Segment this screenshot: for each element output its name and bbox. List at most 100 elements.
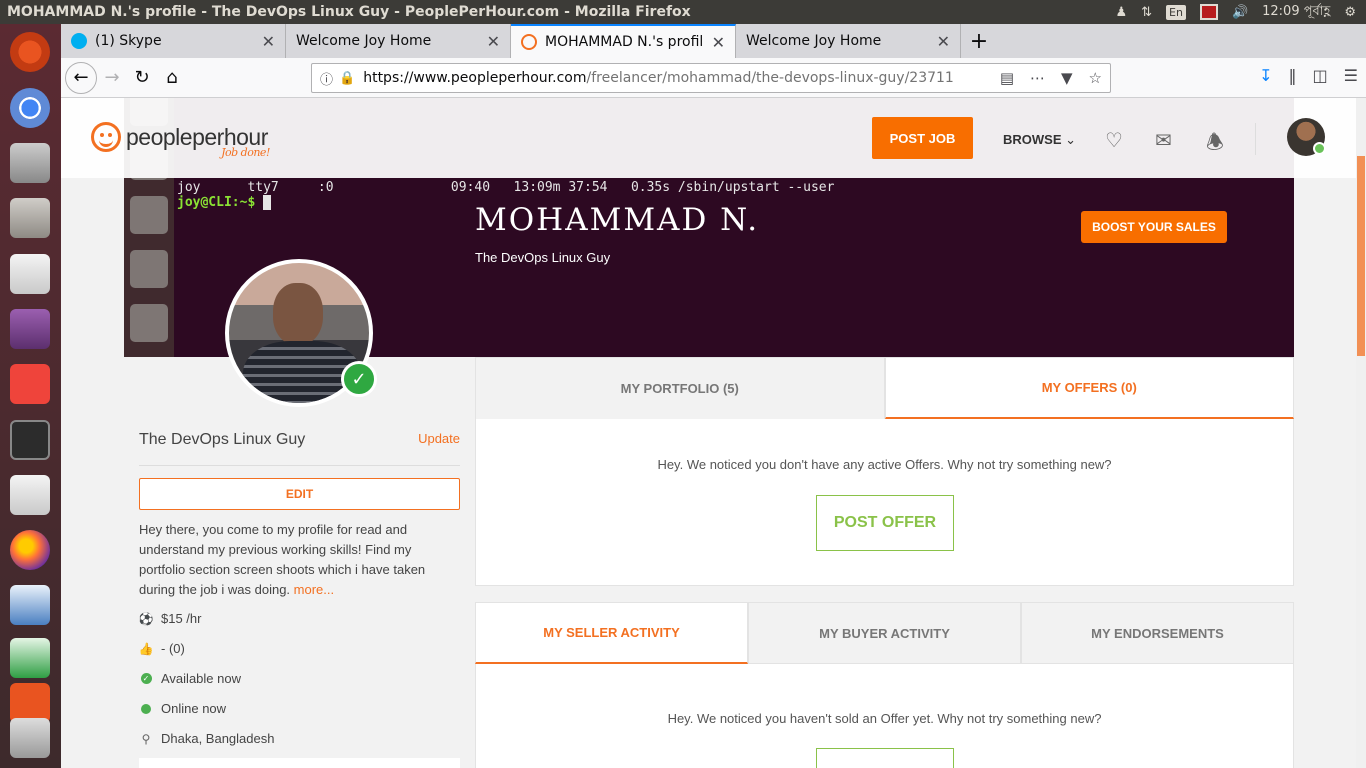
presentation-icon (10, 585, 50, 625)
site-info-icon[interactable]: ⓘ (320, 69, 333, 88)
web-page: joy tty7 :0 09:40 13:09m 37:54 0.35s /sb… (61, 98, 1356, 768)
printer-icon (10, 718, 50, 758)
volume-icon[interactable]: 🔊 (1232, 5, 1248, 20)
page-actions-icon[interactable]: ⋯ (1030, 69, 1045, 87)
sidebar-icon[interactable]: ◫ (1313, 66, 1328, 85)
hamburger-menu-icon[interactable]: ☰ (1344, 66, 1358, 85)
url-path: /freelancer/mohammad/the-devops-linux-gu… (586, 70, 954, 86)
activity-post-offer-button[interactable] (816, 748, 954, 768)
close-tab-icon[interactable]: ✕ (487, 32, 500, 51)
divider (139, 465, 460, 466)
forward-arrow-icon[interactable]: → (97, 63, 127, 93)
browser-tab-skype[interactable]: (1) Skype ✕ (61, 24, 286, 58)
terminal-prompt: joy@CLI:~$ (177, 195, 264, 210)
about-text: Hey there, you come to my profile for re… (139, 520, 454, 600)
more-link[interactable]: more... (294, 582, 334, 597)
tab-my-portfolio[interactable]: MY PORTFOLIO (5) (475, 357, 885, 419)
launcher-chromium[interactable] (6, 84, 54, 132)
launcher-calc[interactable] (6, 634, 54, 682)
launcher-text-editor[interactable] (6, 250, 54, 298)
bookmark-star-icon[interactable]: ☆ (1089, 69, 1102, 87)
about-body: Hey there, you come to my profile for re… (139, 522, 426, 597)
check-circle-icon: ✓ (140, 673, 152, 684)
url-text[interactable]: https://www.peopleperhour.com/freelancer… (363, 70, 973, 86)
url-bar[interactable]: ⓘ 🔒 https://www.peopleperhour.com/freela… (311, 63, 1111, 93)
spreadsheet-icon (10, 638, 50, 678)
user-avatar[interactable] (1287, 118, 1326, 156)
update-link[interactable]: Update (418, 431, 460, 446)
tab-endorsements[interactable]: MY ENDORSEMENTS (1021, 602, 1294, 664)
reload-icon[interactable]: ↻ (127, 63, 157, 93)
launcher-firefox[interactable] (6, 526, 54, 574)
browser-tab-joy-home-2[interactable]: Welcome Joy Home ✕ (736, 24, 961, 58)
location: ⚲ Dhaka, Bangladesh (139, 731, 275, 746)
browser-tab-pph-profile[interactable]: MOHAMMAD N.'s profil ✕ (511, 24, 736, 58)
screen-recorder-icon[interactable] (1199, 4, 1218, 20)
offers-panel: Hey. We noticed you don't have any activ… (475, 419, 1294, 586)
pocket-icon[interactable]: ▼ (1061, 69, 1073, 87)
anydesk-icon (10, 364, 50, 404)
lock-icon: 🔒 (339, 70, 356, 86)
tab-label: MOHAMMAD N.'s profil (545, 34, 704, 50)
rate-value: $15 /hr (161, 611, 202, 626)
terminal-icon (10, 420, 50, 460)
settings-gear-icon[interactable]: ⚙ (1344, 5, 1356, 20)
skype-icon (71, 33, 87, 49)
profile-tagline: The DevOps Linux Guy (475, 250, 611, 265)
coins-icon: ⚽ (138, 611, 154, 626)
close-tab-icon[interactable]: ✕ (712, 33, 725, 52)
launcher-impress[interactable] (6, 581, 54, 629)
edit-button[interactable]: EDIT (139, 478, 460, 510)
download-icon[interactable]: ↧ (1259, 66, 1272, 85)
accessibility-icon[interactable]: ♟ (1115, 5, 1127, 20)
map-pin-icon: ⚲ (141, 731, 151, 746)
launcher-printer[interactable] (6, 714, 54, 762)
video-player-icon (10, 309, 50, 349)
tab-buyer-activity[interactable]: MY BUYER ACTIVITY (748, 602, 1021, 664)
launcher-anydesk[interactable] (6, 360, 54, 408)
site-header: peopleperhour Job done! POST JOB BROWSE … (61, 98, 1356, 178)
close-tab-icon[interactable]: ✕ (262, 32, 275, 51)
launcher-terminal[interactable] (6, 416, 54, 464)
launcher-files[interactable] (6, 194, 54, 242)
reader-view-icon[interactable]: ▤ (1000, 69, 1014, 87)
page-scrollbar[interactable] (1356, 98, 1366, 768)
mail-icon[interactable]: ✉ (1155, 128, 1172, 152)
scrollbar-thumb[interactable] (1357, 156, 1365, 356)
tab-seller-activity[interactable]: MY SELLER ACTIVITY (475, 602, 748, 664)
window-title: MOHAMMAD N.'s profile - The DevOps Linux… (7, 4, 691, 20)
pph-favicon-icon (521, 34, 537, 50)
boost-sales-button[interactable]: BOOST YOUR SALES (1081, 211, 1227, 243)
browse-menu[interactable]: BROWSE ⌄ (1003, 132, 1076, 148)
post-offer-button[interactable]: POST OFFER (816, 495, 954, 551)
heart-icon[interactable]: ♡ (1105, 128, 1123, 152)
profile-sidebar: The DevOps Linux Guy Update EDIT Hey the… (124, 357, 475, 768)
back-arrow-icon[interactable]: ← (65, 61, 97, 94)
close-tab-icon[interactable]: ✕ (937, 32, 950, 51)
thumbs-up-icon: 👍 (138, 641, 154, 656)
browser-tab-joy-home-1[interactable]: Welcome Joy Home ✕ (286, 24, 511, 58)
offers-notice: Hey. We noticed you don't have any activ… (657, 457, 1112, 472)
location-value: Dhaka, Bangladesh (161, 731, 275, 746)
availability-value: Available now (161, 671, 241, 686)
launcher-video[interactable] (6, 305, 54, 353)
launcher-ubuntu-button[interactable] (6, 28, 54, 76)
text-editor-icon (10, 475, 50, 515)
new-tab-button[interactable]: + (961, 24, 997, 58)
launcher-text-editor-2[interactable] (6, 471, 54, 519)
text-editor-icon (10, 254, 50, 294)
clock[interactable]: 12:09 পূর্বাহ্ণ (1262, 2, 1330, 23)
post-job-button[interactable]: POST JOB (872, 117, 973, 159)
launcher-camera[interactable] (6, 139, 54, 187)
activity-notice: Hey. We noticed you haven't sold an Offe… (667, 711, 1102, 726)
profile-headline: The DevOps Linux Guy (139, 431, 306, 448)
network-icon[interactable]: ⇅ (1141, 5, 1152, 20)
activity-tabs: MY SELLER ACTIVITY MY BUYER ACTIVITY MY … (475, 602, 1294, 664)
home-icon[interactable]: ⌂ (157, 63, 187, 93)
tab-my-offers[interactable]: MY OFFERS (0) (884, 357, 1294, 419)
pph-logo[interactable]: peopleperhour Job done! (91, 122, 270, 159)
library-icon[interactable]: ‖ (1289, 66, 1297, 85)
profile-name: MOHAMMAD N. (475, 202, 760, 238)
keyboard-layout-indicator[interactable]: En (1166, 4, 1186, 20)
bell-icon[interactable]: 🕭 (1206, 128, 1224, 162)
